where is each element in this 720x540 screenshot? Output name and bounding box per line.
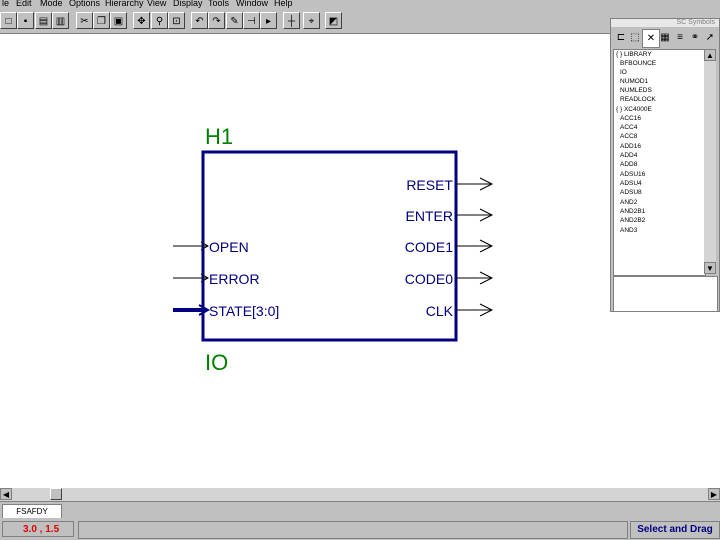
cut-icon[interactable]: ✂ [76,12,93,29]
print-icon[interactable]: ▥ [52,12,69,29]
pin-label-code1: CODE1 [405,239,453,255]
symbol-item[interactable]: ACC16 [620,115,641,123]
status-message [78,521,628,539]
menu-options[interactable]: Options [69,0,100,9]
undo-icon[interactable]: ↶ [191,12,208,29]
menu-edit[interactable]: Edit [16,0,32,9]
menu-hierarchy[interactable]: Hierarchy [105,0,144,9]
symbol-item[interactable]: AND3 [620,227,637,235]
symbol-item[interactable]: ACC4 [620,124,637,132]
menu-help[interactable]: Help [274,0,293,9]
symbol-item[interactable]: ADD8 [620,161,637,169]
symbol-preview [613,276,718,312]
find-symbol-icon[interactable]: ⚭ [687,29,703,46]
zoom-box-icon[interactable]: ⊡ [168,12,185,29]
output-pin-reset[interactable]: RESET [406,177,494,193]
symbol-item[interactable]: ADSU8 [620,189,642,197]
symbol-pointer-icon[interactable]: ➚ [702,29,718,46]
menu-view[interactable]: View [147,0,166,9]
pin-label-open: OPEN [209,239,249,255]
redo-icon[interactable]: ↷ [208,12,225,29]
symbols-list[interactable]: { } LIBRARY BFBOUNCE IO NUMOD1 NUMLEDS R… [613,49,706,276]
symbol-item[interactable]: AND2B1 [620,208,645,216]
scroll-right-icon[interactable]: ▶ [708,488,720,500]
net-icon[interactable]: ┼ [283,12,300,29]
output-pin-code0[interactable]: CODE0 [405,271,494,287]
symbol-item[interactable]: READLOCK [620,96,656,104]
pin-label-reset: RESET [406,177,453,193]
symbols-panel: SC Symbols ⊏ ⬚ ✕ ▦ ≡ ⚭ ➚ { } LIBRARY BFB… [610,18,720,312]
pin-icon[interactable]: ▸ [260,12,277,29]
browse-symbol-icon[interactable]: ⬚ [627,29,643,46]
print-preview-icon[interactable]: ▤ [35,12,52,29]
symbol-item[interactable]: AND2 [620,199,637,207]
symbol-grid-icon[interactable]: ▦ [657,29,673,46]
menu-bar: le Edit Mode Options Hierarchy View Disp… [0,0,720,9]
scroll-up-icon[interactable]: ▲ [704,49,716,61]
symbol-item[interactable]: BFBOUNCE [620,60,656,68]
new-icon[interactable]: □ [0,12,17,29]
output-pin-clk[interactable]: CLK [426,303,494,319]
symbol-item[interactable]: ADSU16 [620,171,645,179]
edit-mode-indicator: Select and Drag [630,521,720,539]
symbol-item[interactable]: ADD16 [620,143,641,151]
symbol-item[interactable]: AND2B2 [620,217,645,225]
input-pin-error[interactable]: ERROR [173,271,260,287]
canvas-horizontal-scrollbar[interactable]: ◀ ▶ [0,488,720,501]
symbol-item[interactable]: { } XC4000E [616,106,652,114]
symbols-toolbar: ⊏ ⬚ ✕ ▦ ≡ ⚭ ➚ [612,28,718,48]
output-pin-enter[interactable]: ENTER [406,208,494,224]
symbol-list-icon[interactable]: ≡ [672,29,688,46]
scroll-left-icon[interactable]: ◀ [0,488,12,500]
symbol-item[interactable]: ADSU4 [620,180,642,188]
pin-label-error: ERROR [209,271,260,287]
scroll-down-icon[interactable]: ▼ [704,262,716,274]
scroll-thumb[interactable] [50,488,62,500]
symbol-item[interactable]: NUMOD1 [620,78,648,86]
type-name-label: IO [205,350,228,375]
menu-window[interactable]: Window [236,0,268,9]
symbol-item[interactable]: ADD4 [620,152,637,160]
pin-label-clk: CLK [426,303,454,319]
output-pin-code1[interactable]: CODE1 [405,239,494,255]
bus-icon[interactable]: ⊣ [243,12,260,29]
cursor-coordinates: 3.0 , 1.5 [2,521,74,537]
zoom-in-icon[interactable]: ✥ [133,12,150,29]
symbol-item[interactable]: IO [620,69,627,77]
pen-icon[interactable]: ✎ [226,12,243,29]
menu-mode[interactable]: Mode [40,0,63,9]
pin-label-state: STATE[3:0] [209,303,279,319]
menu-display[interactable]: Display [173,0,203,9]
input-pin-open[interactable]: OPEN [173,239,249,255]
symbols-panel-title[interactable]: SC Symbols [611,19,719,27]
sheet-tab-bar: FSAFDY [0,501,720,519]
probe-icon[interactable]: ⌖ [303,12,320,29]
paste-icon[interactable]: ▣ [110,12,127,29]
pin-label-enter: ENTER [406,208,453,224]
menu-file[interactable]: le [2,0,9,9]
symbol-item[interactable]: ACC8 [620,133,637,141]
window-icon[interactable]: ◩ [325,12,342,29]
symbol-item[interactable]: { } LIBRARY [616,51,652,59]
menu-tools[interactable]: Tools [208,0,229,9]
pin-label-code0: CODE0 [405,271,453,287]
status-bar: 3.0 , 1.5 Select and Drag [0,518,720,540]
symbol-item[interactable]: NUMLEDS [620,87,652,95]
input-pin-state[interactable]: STATE[3:0] [173,303,279,319]
save-icon[interactable]: ▪ [17,12,34,29]
copy-icon[interactable]: ❐ [93,12,110,29]
sheet-tab[interactable]: FSAFDY [2,504,62,519]
symbols-list-scrollbar[interactable]: ▲ ▼ [704,49,716,274]
zoom-area-icon[interactable]: ⚲ [151,12,168,29]
instance-name-label: H1 [205,124,233,149]
